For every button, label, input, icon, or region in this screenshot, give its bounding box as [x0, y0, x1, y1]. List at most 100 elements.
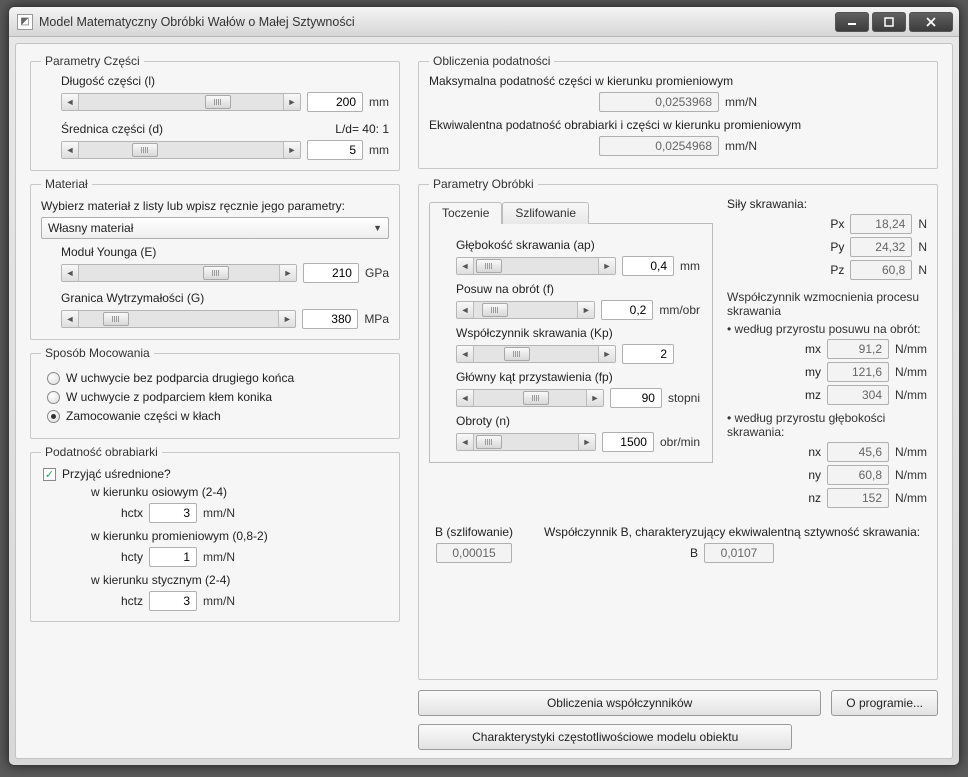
- group-part: Parametry Części Długość części (l) ◄ ► …: [30, 54, 400, 171]
- mount-opt2[interactable]: W uchwycie z podparciem kłem konika: [47, 390, 389, 404]
- length-slider[interactable]: ◄ ►: [61, 93, 301, 111]
- fp-slider[interactable]: ◄ ►: [456, 389, 604, 407]
- hctx-input[interactable]: [149, 503, 197, 523]
- arrow-left-icon[interactable]: ◄: [457, 434, 474, 450]
- calc-comp-legend: Obliczenia podatności: [429, 54, 554, 68]
- n-unit: obr/min: [660, 435, 700, 449]
- tab-turning[interactable]: Toczenie: [429, 202, 502, 224]
- about-button[interactable]: O programie...: [831, 690, 938, 716]
- gain-byap: • według przyrostu głębokości skrawania:: [727, 411, 927, 439]
- arrow-right-icon[interactable]: ►: [283, 142, 300, 158]
- hctz-name: hctz: [121, 594, 143, 608]
- group-mount: Sposób Mocowania W uchwycie bez podparci…: [30, 346, 400, 439]
- window-buttons: [835, 12, 953, 32]
- beq-label: Współczynnik B, charakteryzujący ekwiwal…: [543, 525, 921, 539]
- diameter-input[interactable]: [307, 140, 363, 160]
- strength-slider[interactable]: ◄ ►: [61, 310, 296, 328]
- group-machining-legend: Parametry Obróbki: [429, 177, 538, 191]
- gain-byf: • według przyrostu posuwu na obrót:: [727, 322, 927, 336]
- arrow-left-icon[interactable]: ◄: [62, 142, 79, 158]
- tangent-label: w kierunku stycznym (2-4): [91, 573, 389, 587]
- nz-value: [827, 488, 889, 508]
- window-title: Model Matematyczny Obróbki Wałów o Małej…: [39, 15, 835, 29]
- arrow-right-icon[interactable]: ►: [283, 94, 300, 110]
- group-part-legend: Parametry Części: [41, 54, 144, 68]
- bgrind-value: [436, 543, 512, 563]
- minimize-button[interactable]: [835, 12, 869, 32]
- arrow-left-icon[interactable]: ◄: [457, 390, 474, 406]
- radio-icon: [47, 410, 60, 423]
- arrow-left-icon[interactable]: ◄: [62, 265, 79, 281]
- group-material-legend: Materiał: [41, 177, 92, 191]
- titlebar[interactable]: ◩ Model Matematyczny Obróbki Wałów o Mał…: [9, 7, 959, 37]
- arrow-left-icon[interactable]: ◄: [62, 94, 79, 110]
- freq-button[interactable]: Charakterystyki częstotliwościowe modelu…: [418, 724, 792, 750]
- maximize-button[interactable]: [872, 12, 906, 32]
- hcty-unit: mm/N: [203, 550, 235, 564]
- young-slider[interactable]: ◄ ►: [61, 264, 297, 282]
- tab-grinding[interactable]: Szlifowanie: [502, 202, 589, 224]
- f-input[interactable]: [601, 300, 653, 320]
- material-select-value: Własny materiał: [48, 221, 373, 235]
- kp-slider[interactable]: ◄ ►: [456, 345, 616, 363]
- diameter-slider[interactable]: ◄ ►: [61, 141, 301, 159]
- axis-label: w kierunku osiowym (2-4): [91, 485, 389, 499]
- n-slider[interactable]: ◄ ►: [456, 433, 596, 451]
- fp-label: Główny kąt przystawienia (fp): [456, 370, 700, 384]
- diameter-unit: mm: [369, 143, 389, 157]
- calc-button[interactable]: Obliczenia współczynników: [418, 690, 821, 716]
- arrow-right-icon[interactable]: ►: [279, 265, 296, 281]
- app-icon: ◩: [17, 14, 33, 30]
- fp-unit: stopni: [668, 391, 700, 405]
- arrow-right-icon[interactable]: ►: [598, 346, 615, 362]
- arrow-left-icon[interactable]: ◄: [457, 302, 474, 318]
- arrow-left-icon[interactable]: ◄: [62, 311, 79, 327]
- eq-comp-unit: mm/N: [725, 139, 757, 153]
- material-select[interactable]: Własny materiał ▼: [41, 217, 389, 239]
- eq-comp-label: Ekwiwalentna podatność obrabiarki i częś…: [429, 118, 927, 132]
- avg-label: Przyjąć uśrednione?: [62, 467, 171, 481]
- beq-name: B: [690, 546, 698, 560]
- length-input[interactable]: [307, 92, 363, 112]
- ap-input[interactable]: [622, 256, 674, 276]
- f-slider[interactable]: ◄ ►: [456, 301, 595, 319]
- avg-checkbox[interactable]: ✓: [43, 468, 56, 481]
- radio-icon: [47, 372, 60, 385]
- hctx-unit: mm/N: [203, 506, 235, 520]
- eq-comp-value: [599, 136, 719, 156]
- hcty-name: hcty: [121, 550, 143, 564]
- arrow-right-icon[interactable]: ►: [278, 311, 295, 327]
- n-input[interactable]: [602, 432, 654, 452]
- hctz-input[interactable]: [149, 591, 197, 611]
- 347-value: [827, 465, 889, 485]
- young-label: Moduł Younga (E): [61, 245, 389, 259]
- beq-value: [704, 543, 774, 563]
- strength-input[interactable]: [302, 309, 358, 329]
- length-unit: mm: [369, 95, 389, 109]
- young-input[interactable]: [303, 263, 359, 283]
- ap-slider[interactable]: ◄ ►: [456, 257, 616, 275]
- strength-label: Granica Wytrzymałości (G): [61, 291, 389, 305]
- arrow-right-icon[interactable]: ►: [598, 258, 615, 274]
- py-value: [850, 237, 912, 257]
- kp-label: Współczynnik skrawania (Kp): [456, 326, 700, 340]
- strength-unit: MPa: [364, 312, 389, 326]
- close-button[interactable]: [909, 12, 953, 32]
- f-label: Posuw na obrót (f): [456, 282, 700, 296]
- arrow-right-icon[interactable]: ►: [586, 390, 603, 406]
- client-area: Parametry Części Długość części (l) ◄ ► …: [15, 43, 953, 759]
- ratio-label: L/d= 40: 1: [335, 122, 389, 136]
- mount-opt1[interactable]: W uchwycie bez podparcia drugiego końca: [47, 371, 389, 385]
- fp-input[interactable]: [610, 388, 662, 408]
- arrow-right-icon[interactable]: ►: [578, 434, 595, 450]
- hcty-input[interactable]: [149, 547, 197, 567]
- my-value: [827, 362, 889, 382]
- arrow-left-icon[interactable]: ◄: [457, 346, 474, 362]
- n-label: Obroty (n): [456, 414, 700, 428]
- forces-title: Siły skrawania:: [727, 197, 927, 211]
- kp-input[interactable]: [622, 344, 674, 364]
- hctx-name: hctx: [121, 506, 143, 520]
- arrow-right-icon[interactable]: ►: [577, 302, 594, 318]
- arrow-left-icon[interactable]: ◄: [457, 258, 474, 274]
- mount-opt3[interactable]: Zamocowanie części w kłach: [47, 409, 389, 423]
